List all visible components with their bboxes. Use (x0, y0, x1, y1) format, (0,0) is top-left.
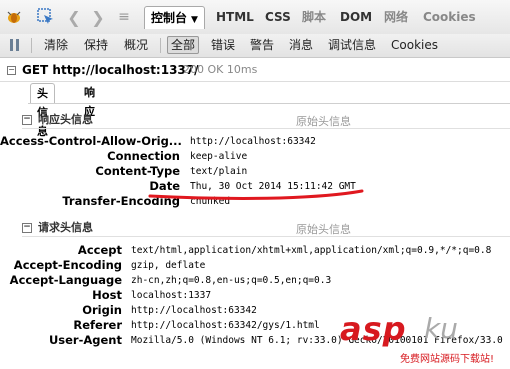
filter-debug[interactable]: 调试信息 (328, 37, 376, 53)
tab-dom[interactable]: DOM (340, 6, 372, 28)
tab-headers[interactable]: 头信息 (30, 83, 55, 138)
response-headers-title[interactable]: − 响应头信息 (22, 112, 93, 128)
chevron-down-icon: ▼ (191, 15, 198, 25)
main-toolbar: ❮ ❯ ≡ 控制台 ▼ HTML CSS 脚本 DOM 网络 Cookies (0, 0, 510, 35)
back-icon[interactable]: ❮ (64, 7, 84, 27)
request-headers-title[interactable]: − 请求头信息 (22, 220, 93, 236)
clear-button[interactable]: 清除 (44, 37, 68, 53)
header-name: Accept (77, 243, 122, 257)
watermark-suffix: ku (424, 312, 458, 345)
divider (22, 128, 510, 129)
filter-cookies[interactable]: Cookies (391, 37, 438, 53)
header-name: Transfer-Encoding (62, 194, 180, 208)
tab-html[interactable]: HTML (216, 6, 254, 28)
watermark-logo: asp ku 免费网站源码下载站! (340, 310, 510, 369)
header-value: http://localhost:63342 (131, 305, 257, 316)
raw-headers-link[interactable]: 原始头信息 (296, 113, 351, 129)
header-name: Accept-Encoding (13, 258, 122, 272)
header-name: Origin (82, 303, 122, 317)
header-name: Content-Type (95, 164, 180, 178)
request-row[interactable]: − GET http://localhost:1337/ 200 OK 10ms (0, 59, 510, 82)
section-title: 响应头信息 (38, 113, 93, 126)
tab-net[interactable]: 网络 (384, 6, 408, 28)
header-value: http://localhost:63342 (190, 136, 316, 147)
header-value: zh-cn,zh;q=0.8,en-us;q=0.5,en;q=0.3 (131, 275, 332, 286)
watermark-tagline: 免费网站源码下载站! (400, 354, 495, 365)
header-value: Thu, 30 Oct 2014 15:11:42 GMT (190, 181, 356, 192)
header-value: gzip, deflate (131, 260, 206, 271)
tab-css[interactable]: CSS (265, 6, 291, 28)
pause-icon[interactable] (9, 39, 21, 51)
header-name: Connection (107, 149, 180, 163)
divider (22, 236, 510, 237)
header-value: http://localhost:63342/gys/1.html (131, 320, 320, 331)
filter-all[interactable]: 全部 (167, 36, 200, 54)
header-name: Access-Control-Allow-Orig... (0, 134, 182, 148)
request-line: GET http://localhost:1337/ (22, 63, 199, 77)
collapse-icon[interactable]: − (7, 66, 16, 75)
divider (160, 38, 161, 53)
tab-cookies[interactable]: Cookies (423, 6, 476, 28)
split-icon[interactable]: ≡ (114, 7, 134, 27)
collapse-icon[interactable]: − (22, 115, 32, 125)
tab-console[interactable]: 控制台 ▼ (144, 6, 205, 29)
firebug-icon[interactable] (4, 7, 24, 27)
raw-headers-link[interactable]: 原始头信息 (296, 221, 351, 237)
filter-warnings[interactable]: 警告 (250, 37, 274, 53)
header-value: localhost:1337 (131, 290, 212, 301)
header-value: text/plain (190, 166, 248, 177)
divider (28, 103, 510, 104)
inspect-icon[interactable] (36, 7, 56, 27)
watermark-brand: asp (340, 310, 407, 348)
header-value: keep-alive (190, 151, 248, 162)
header-value: chunked (190, 196, 231, 207)
divider (31, 38, 32, 53)
persist-button[interactable]: 保持 (84, 37, 108, 53)
section-title: 请求头信息 (38, 221, 93, 234)
profile-button[interactable]: 概况 (124, 37, 148, 53)
tab-script[interactable]: 脚本 (302, 6, 326, 28)
header-name: User-Agent (48, 333, 122, 347)
collapse-icon[interactable]: − (22, 223, 32, 233)
tab-response[interactable]: 响应 (78, 83, 101, 118)
header-name: Accept-Language (9, 273, 122, 287)
filter-toolbar: 清除 保持 概况 全部 错误 警告 消息 调试信息 Cookies (0, 34, 510, 58)
request-status: 200 OK 10ms (183, 63, 258, 76)
tab-console-label: 控制台 (151, 11, 188, 25)
header-name: Host (92, 288, 122, 302)
header-name: Referer (73, 318, 122, 332)
header-value: text/html,application/xhtml+xml,applicat… (131, 245, 492, 256)
header-name: Date (149, 179, 180, 193)
filter-info[interactable]: 消息 (289, 37, 313, 53)
filter-errors[interactable]: 错误 (211, 37, 235, 53)
forward-icon[interactable]: ❯ (88, 7, 108, 27)
